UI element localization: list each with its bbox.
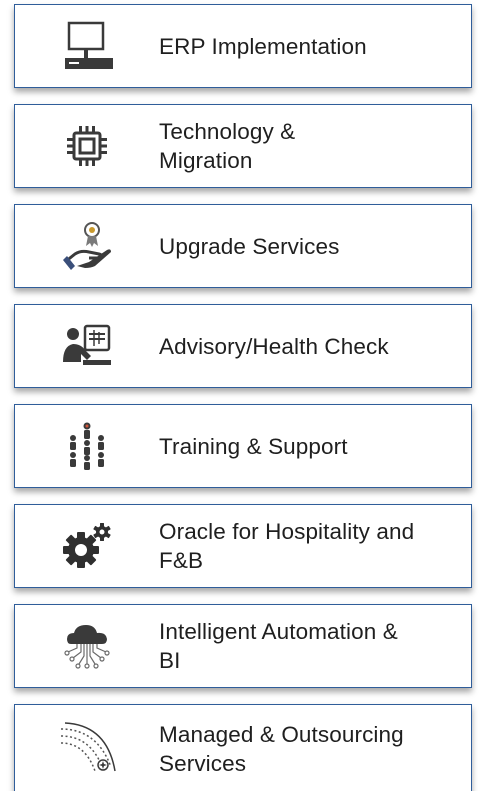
- hand-award-icon: [15, 205, 159, 287]
- service-label: Managed & Outsourcing Services: [159, 722, 404, 776]
- service-label: Intelligent Automation & BI: [159, 619, 398, 673]
- computer-icon: [15, 5, 159, 87]
- service-card-managed-outsourcing[interactable]: Managed & Outsourcing Services: [14, 704, 472, 791]
- service-label: Training & Support: [159, 433, 348, 459]
- service-label: ERP Implementation: [159, 33, 367, 59]
- chip-icon: [15, 105, 159, 187]
- satellite-orbit-icon: [15, 705, 159, 791]
- service-card-oracle-hospitality[interactable]: Oracle for Hospitality and F&B: [14, 504, 472, 588]
- service-card-training-support[interactable]: Training & Support: [14, 404, 472, 488]
- service-card-advisory-health-check[interactable]: Advisory/Health Check: [14, 304, 472, 388]
- advisor-screen-icon: [15, 305, 159, 387]
- gears-icon: [15, 505, 159, 587]
- service-label: Upgrade Services: [159, 233, 340, 259]
- service-card-erp-implementation[interactable]: ERP Implementation: [14, 4, 472, 88]
- service-label: Advisory/Health Check: [159, 333, 389, 359]
- service-card-technology-migration[interactable]: Technology & Migration: [14, 104, 472, 188]
- services-menu: ERP Implementation Technology & Migratio…: [0, 0, 480, 791]
- service-label: Oracle for Hospitality and F&B: [159, 519, 415, 573]
- cloud-circuit-icon: [15, 605, 159, 687]
- service-label: Technology & Migration: [159, 119, 296, 173]
- service-card-intelligent-automation[interactable]: Intelligent Automation & BI: [14, 604, 472, 688]
- service-card-upgrade-services[interactable]: Upgrade Services: [14, 204, 472, 288]
- people-group-icon: [15, 405, 159, 487]
